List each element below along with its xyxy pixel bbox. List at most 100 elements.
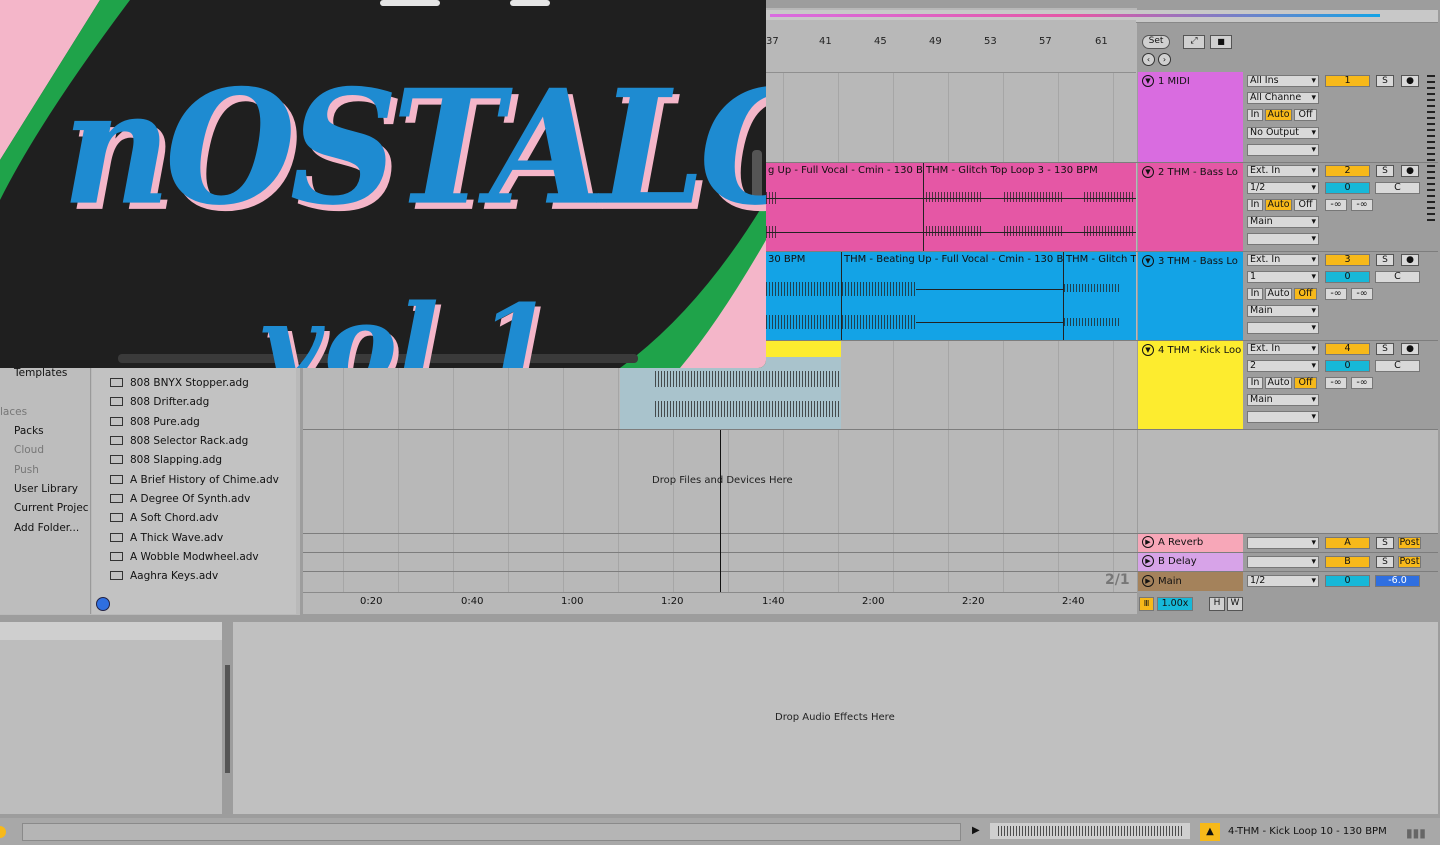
output-select[interactable]: Main — [1247, 216, 1319, 228]
track-activator[interactable]: 1 — [1325, 75, 1370, 87]
warning-icon[interactable]: ▲ — [1200, 823, 1220, 841]
set-locator-button[interactable]: Set — [1142, 35, 1170, 49]
track-activator[interactable]: 4 — [1325, 343, 1370, 355]
monitor-off-button[interactable]: Off — [1294, 377, 1317, 389]
cue-volume-field[interactable]: -6.0 — [1375, 575, 1420, 587]
time-ruler[interactable]: 0:20 0:40 1:00 1:20 1:40 2:00 2:20 2:40 — [303, 592, 1137, 613]
input-type-select[interactable]: Ext. In — [1247, 254, 1319, 266]
fold-icon[interactable]: ▼ — [1142, 344, 1154, 356]
solo-button[interactable]: S — [1376, 537, 1394, 549]
return-activator[interactable]: A — [1325, 537, 1370, 549]
output-channel-select[interactable] — [1247, 411, 1319, 423]
input-channel-select[interactable]: 1/2 — [1247, 182, 1319, 194]
output-channel-select[interactable] — [1247, 322, 1319, 334]
status-text-field[interactable] — [22, 823, 961, 841]
pan-field[interactable]: C — [1375, 271, 1420, 283]
audio-clip[interactable]: 30 BPM — [766, 252, 842, 340]
pan-field[interactable]: C — [1375, 360, 1420, 372]
fold-icon[interactable]: ▶ — [1142, 536, 1154, 548]
places-item-packs[interactable]: Packs — [14, 425, 44, 437]
send-b-field[interactable]: -∞ — [1351, 288, 1373, 300]
output-select[interactable] — [1247, 556, 1319, 568]
browser-info-icon[interactable] — [96, 597, 110, 611]
solo-button[interactable]: S — [1376, 254, 1394, 266]
input-type-select[interactable]: All Ins — [1247, 75, 1319, 87]
panel-splitter[interactable] — [225, 665, 230, 773]
list-item[interactable]: 808 Pure.adg — [110, 416, 200, 428]
output-channel-select[interactable] — [1247, 233, 1319, 245]
places-item[interactable]: Templates — [14, 367, 67, 379]
arm-icon[interactable]: ● — [1401, 343, 1419, 355]
zoom-field[interactable]: 1.00x — [1157, 597, 1193, 611]
monitor-auto-button[interactable]: Auto — [1265, 109, 1292, 121]
monitor-auto-button[interactable]: Auto — [1265, 377, 1292, 389]
audio-clip[interactable]: THM - Glitch Top Loop 3 - 130 BPM — [924, 163, 1136, 251]
solo-button[interactable]: S — [1376, 165, 1394, 177]
track-activator[interactable]: 3 — [1325, 254, 1370, 266]
list-item[interactable]: 808 Drifter.adg — [110, 396, 209, 408]
device-clip-panel[interactable] — [0, 622, 222, 814]
fold-icon[interactable]: ▼ — [1142, 166, 1154, 178]
output-select[interactable]: Main — [1247, 394, 1319, 406]
monitor-in-button[interactable]: In — [1247, 288, 1263, 300]
input-channel-select[interactable]: All Channe — [1247, 92, 1319, 104]
zoom-icon[interactable]: Ⅲ — [1139, 597, 1154, 611]
track-header-2[interactable]: ▼ 2 THM - Bass Lo — [1138, 163, 1243, 251]
list-item[interactable]: A Soft Chord.adv — [110, 512, 218, 524]
audio-clip[interactable]: THM - Beating Up - Full Vocal - Cmin - 1… — [842, 252, 1064, 340]
output-channel-select[interactable]: 1/2 — [1247, 575, 1319, 587]
list-item[interactable]: A Thick Wave.adv — [110, 532, 223, 544]
arm-icon[interactable]: ● — [1401, 75, 1419, 87]
list-item[interactable]: Aaghra Keys.adv — [110, 570, 218, 582]
send-a-field[interactable]: -∞ — [1325, 377, 1347, 389]
main-track[interactable]: ▶ Main — [1138, 572, 1243, 591]
send-b-field[interactable]: -∞ — [1351, 199, 1373, 211]
solo-button[interactable]: S — [1376, 75, 1394, 87]
play-preview-icon[interactable]: ▶ — [972, 825, 980, 836]
monitor-auto-button[interactable]: Auto — [1265, 199, 1292, 211]
solo-button[interactable]: S — [1376, 343, 1394, 355]
monitor-off-button[interactable]: Off — [1294, 109, 1317, 121]
list-item[interactable]: 808 Slapping.adg — [110, 454, 222, 466]
list-item[interactable]: 808 Selector Rack.adg — [110, 435, 248, 447]
output-select[interactable] — [1247, 537, 1319, 549]
monitor-off-button[interactable]: Off — [1294, 288, 1317, 300]
audio-clip[interactable]: g Up - Full Vocal - Cmin - 130 BP — [766, 163, 924, 251]
beat-ruler[interactable]: 37 41 45 49 53 57 61 — [766, 20, 1136, 73]
volume-field[interactable]: 0 — [1325, 575, 1370, 587]
post-button[interactable]: Post — [1398, 556, 1421, 568]
track-activator[interactable]: 2 — [1325, 165, 1370, 177]
arm-icon[interactable]: ● — [1401, 165, 1419, 177]
track-header-3[interactable]: ▼ 3 THM - Bass Lo — [1138, 252, 1243, 340]
monitor-off-button[interactable]: Off — [1294, 199, 1317, 211]
w-button[interactable]: W — [1227, 597, 1243, 611]
volume-field[interactable]: 0 — [1325, 360, 1370, 372]
fold-icon[interactable]: ▶ — [1142, 575, 1154, 587]
input-channel-select[interactable]: 1 — [1247, 271, 1319, 283]
return-track-b[interactable]: ▶ B Delay — [1138, 553, 1243, 571]
send-a-field[interactable]: -∞ — [1325, 199, 1347, 211]
next-locator-icon[interactable]: › — [1158, 53, 1171, 66]
list-item[interactable]: A Degree Of Synth.adv — [110, 493, 250, 505]
input-type-select[interactable]: Ext. In — [1247, 165, 1319, 177]
fold-icon[interactable]: ▼ — [1142, 255, 1154, 267]
places-item-user-library[interactable]: User Library — [14, 483, 78, 495]
input-channel-select[interactable]: 2 — [1247, 360, 1319, 372]
audio-clip[interactable]: THM - Glitch T — [1064, 252, 1136, 340]
lock-icon[interactable]: ■ — [1210, 35, 1232, 49]
monitor-in-button[interactable]: In — [1247, 109, 1263, 121]
device-chain[interactable]: Drop Audio Effects Here — [233, 622, 1438, 814]
list-item[interactable]: A Wobble Modwheel.adv — [110, 551, 259, 563]
pan-field[interactable]: C — [1375, 182, 1420, 194]
monitor-in-button[interactable]: In — [1247, 199, 1263, 211]
track-header-4[interactable]: ▼ 4 THM - Kick Loo — [1138, 341, 1243, 429]
track-header-1[interactable]: ▼ 1 MIDI — [1138, 72, 1243, 162]
video-overlay-window[interactable]: nOSTALGI vol 1 — [0, 0, 766, 368]
return-activator[interactable]: B — [1325, 556, 1370, 568]
output-select[interactable]: Main — [1247, 305, 1319, 317]
output-channel-select[interactable] — [1247, 144, 1319, 156]
return-track-a[interactable]: ▶ A Reverb — [1138, 534, 1243, 552]
list-item[interactable]: 808 BNYX Stopper.adg — [110, 377, 249, 389]
places-item-push[interactable]: Push — [14, 464, 39, 476]
post-button[interactable]: Post — [1398, 537, 1421, 549]
